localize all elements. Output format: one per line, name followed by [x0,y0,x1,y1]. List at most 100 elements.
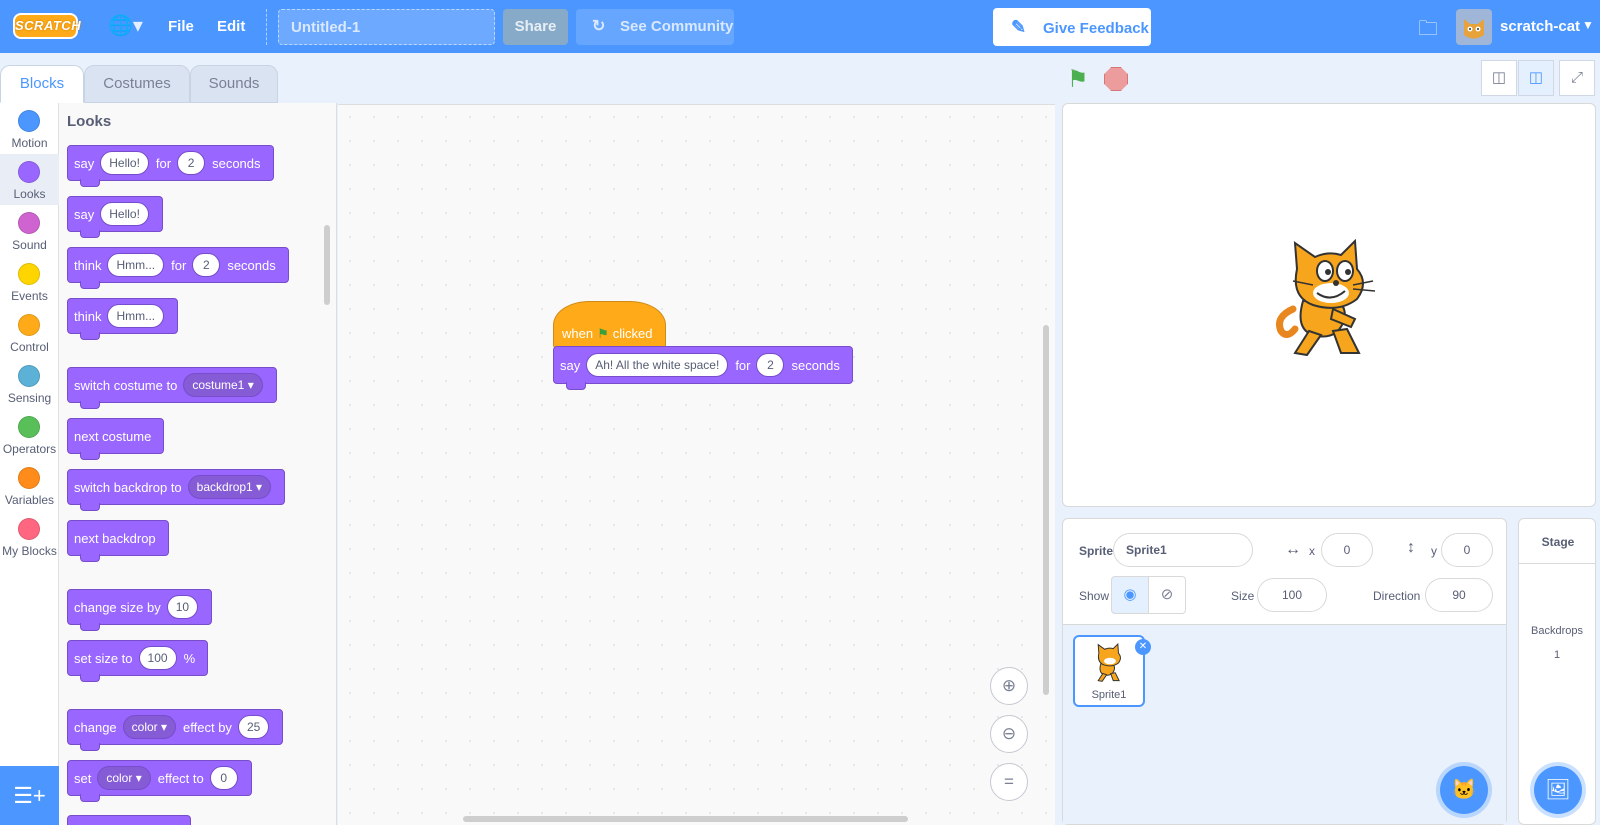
block-text: say [74,155,95,171]
block-think-for-seconds[interactable]: think Hmm... for 2 seconds [67,247,289,289]
image-add-icon: 🖼 [1545,779,1571,801]
zoom-out-button[interactable]: ⊖ [990,715,1028,753]
project-title-input[interactable] [278,9,495,45]
block-switch-costume[interactable]: switch costume to costume1 [67,367,277,409]
x-position-input[interactable] [1321,533,1373,567]
workspace-horizontal-scrollbar[interactable] [463,816,908,822]
give-feedback-button[interactable]: ✎ Give Feedback [993,8,1151,46]
large-stage-icon: ◫ [1528,69,1544,86]
block-input[interactable]: Hmm... [107,253,165,277]
menu-bar: SCRATCH 🌐▾ File Edit Share ↻ See Communit… [0,0,1600,53]
file-menu[interactable]: File [168,18,194,35]
fullscreen-button[interactable]: ⤢ [1559,60,1595,96]
block-change-size[interactable]: change size by 10 [67,589,213,631]
zoom-in-icon: ⊕ [1001,676,1017,695]
zoom-in-button[interactable]: ⊕ [990,667,1028,705]
effect-dropdown[interactable]: color [97,766,151,790]
category-sound[interactable]: Sound [0,205,59,256]
backdrop-dropdown[interactable]: backdrop1 [187,475,272,499]
globe-icon[interactable]: 🌐▾ [108,15,144,39]
tab-blocks[interactable]: Blocks [0,65,84,103]
category-control[interactable]: Control [0,307,59,358]
zoom-reset-button[interactable]: = [990,763,1028,801]
block-input[interactable]: Ah! All the white space! [586,353,729,377]
costume-dropdown[interactable]: costume1 [183,373,263,397]
block-text: next backdrop [74,530,156,546]
add-extension-icon: ☰+ [13,783,46,808]
show-sprite-button[interactable]: ◉ [1111,576,1149,614]
category-events[interactable]: Events [0,256,59,307]
large-stage-button[interactable]: ◫ [1518,60,1554,96]
y-position-input[interactable] [1441,533,1493,567]
say-for-seconds-block[interactable]: say Ah! All the white space! for 2 secon… [553,346,853,390]
category-my-blocks[interactable]: My Blocks [0,511,59,562]
show-label: Show [1079,589,1110,603]
chevron-down-icon[interactable]: ▼ [1582,18,1594,32]
block-think[interactable]: think Hmm... [67,298,179,340]
share-button[interactable]: Share [503,9,568,45]
block-next-backdrop[interactable]: next backdrop [67,520,169,562]
block-input[interactable]: 100 [138,646,177,670]
hide-sprite-button[interactable]: ⊘ [1148,576,1186,614]
block-set-effect[interactable]: set color effect to 0 [67,760,252,802]
see-community-button[interactable]: ↻ See Community [576,9,734,45]
cat-avatar-icon [1464,19,1484,39]
block-input[interactable]: 2 [192,253,221,277]
delete-sprite-icon[interactable]: ✕ [1135,639,1151,655]
choose-sprite-button[interactable]: 🐱 [1440,766,1488,814]
block-switch-backdrop[interactable]: switch backdrop to backdrop1 [67,469,286,511]
block-input[interactable]: Hello! [100,151,149,175]
y-label: y [1431,544,1437,558]
sprite-thumbnail[interactable]: ✕ Sprite1 [1073,635,1151,707]
block-input[interactable]: Hello! [100,202,149,226]
category-motion[interactable]: Motion [0,103,59,154]
choose-backdrop-button[interactable]: 🖼 [1534,766,1582,814]
block-input[interactable]: 0 [209,766,238,790]
block-input[interactable]: 25 [237,715,270,739]
block-text: change [74,719,117,735]
category-operators[interactable]: Operators [0,409,59,460]
block-next-costume[interactable]: next costume [67,418,165,460]
block-text: switch backdrop to [74,479,182,495]
script-area[interactable]: when ⚑ clicked say Ah! All the white space… [338,104,1055,825]
block-text: seconds [791,357,840,373]
category-sensing[interactable]: Sensing [0,358,59,409]
block-set-size[interactable]: set size to 100 % [67,640,209,682]
avatar[interactable] [1456,9,1492,45]
block-input[interactable]: 2 [756,353,785,377]
stage[interactable] [1062,103,1596,507]
block-input[interactable]: 10 [166,595,199,619]
scratch-logo[interactable]: SCRATCH [13,13,81,39]
when-flag-clicked-block[interactable]: when ⚑ clicked [553,301,666,349]
block-input[interactable]: 2 [177,151,206,175]
username[interactable]: scratch-cat [1500,18,1580,35]
sprite-name-input[interactable] [1113,533,1253,567]
scratch-cat-sprite[interactable] [1273,239,1383,359]
block-input[interactable]: Hmm... [107,304,165,328]
effect-dropdown[interactable]: color [122,715,177,739]
direction-input[interactable] [1425,578,1493,612]
category-label: Sensing [7,391,52,405]
tab-sounds[interactable]: Sounds [190,65,278,103]
category-looks[interactable]: Looks [0,154,59,205]
size-input[interactable] [1257,578,1327,612]
block-say-for-seconds[interactable]: say Hello! for 2 seconds [67,145,274,187]
category-dot-icon [18,212,40,234]
add-extension-button[interactable]: ☰+ [0,766,59,825]
edit-menu[interactable]: Edit [217,18,245,35]
block-say[interactable]: say Hello! [67,196,163,238]
block-text: next costume [74,428,152,444]
block-change-effect[interactable]: change color effect by 25 [67,709,284,751]
green-flag-icon[interactable]: ⚑ [1067,67,1093,93]
tab-costumes[interactable]: Costumes [84,65,190,103]
stop-icon[interactable] [1104,67,1128,91]
category-variables[interactable]: Variables [0,460,59,511]
folder-icon[interactable]: 🗀 [1418,14,1438,48]
zoom-reset-icon: = [1004,772,1014,791]
palette-heading: Looks [67,113,112,130]
workspace-vertical-scrollbar[interactable] [1043,325,1049,695]
small-stage-button[interactable]: ◫ [1481,60,1517,96]
remix-icon: ↻ [592,18,606,35]
palette-scrollbar[interactable] [324,225,330,305]
block-partial[interactable] [67,815,191,825]
